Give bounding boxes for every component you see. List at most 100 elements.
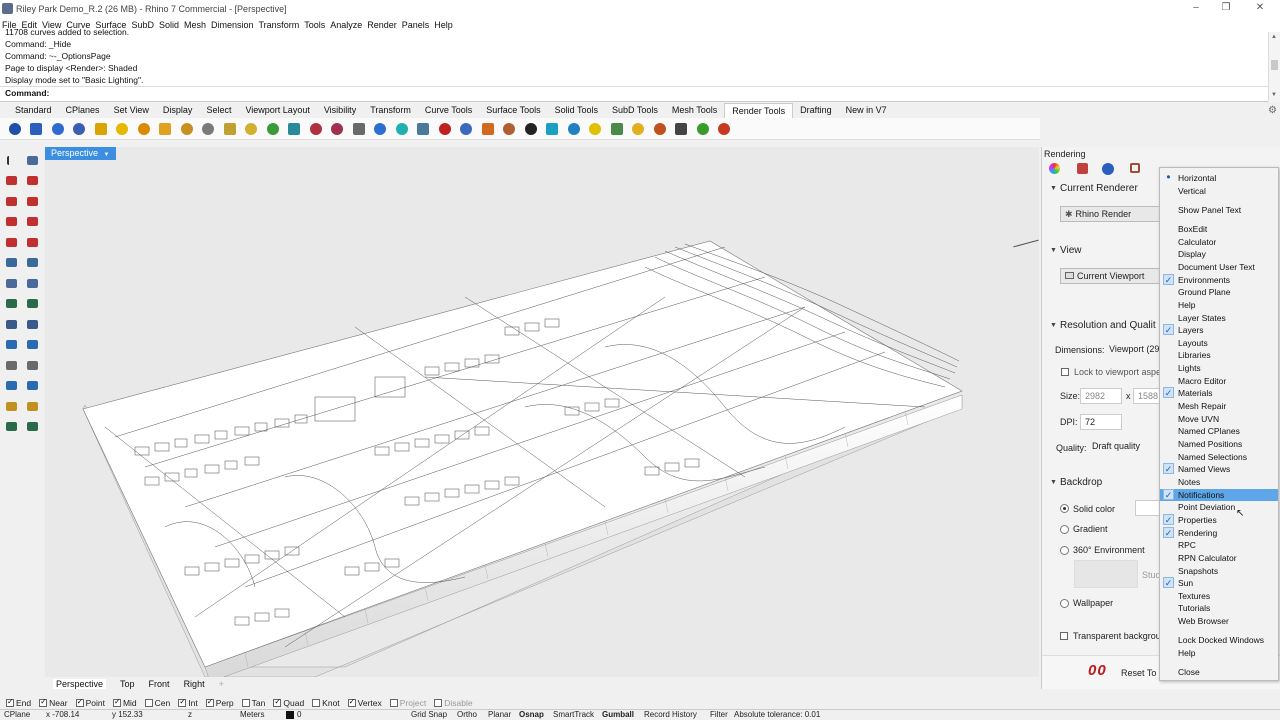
- circle-tool-icon[interactable]: [3, 234, 19, 250]
- menu-item-notes[interactable]: Notes: [1160, 476, 1278, 488]
- cube-mapping-icon[interactable]: [393, 120, 410, 137]
- raytraced-icon[interactable]: [71, 120, 88, 137]
- mapping-icon[interactable]: [372, 120, 389, 137]
- tab-mesh-tools[interactable]: Mesh Tools: [665, 103, 724, 118]
- osnap-end[interactable]: End: [6, 697, 31, 708]
- solid-tool-icon[interactable]: [24, 316, 40, 332]
- color-wheel-icon[interactable]: [1049, 163, 1060, 174]
- record-icon[interactable]: [716, 120, 733, 137]
- tab-standard[interactable]: Standard: [8, 103, 59, 118]
- menu-item-help[interactable]: Help: [1160, 299, 1278, 311]
- viewport-tab-perspective[interactable]: Perspective: [53, 679, 107, 689]
- osnap-near[interactable]: Near: [39, 697, 68, 708]
- menu-item-boxedit[interactable]: BoxEdit: [1160, 223, 1278, 235]
- menu-item-sun[interactable]: ✓ Sun: [1160, 577, 1278, 589]
- circle-tool-icon[interactable]: [24, 234, 40, 250]
- menu-item-point-deviation[interactable]: Point Deviation: [1160, 501, 1278, 513]
- turntable-icon[interactable]: [458, 120, 475, 137]
- tab-select[interactable]: Select: [199, 103, 238, 118]
- ground-plane-icon[interactable]: [415, 120, 432, 137]
- lock-aspect-checkbox[interactable]: [1061, 368, 1069, 376]
- menu-item-rpn-calculator[interactable]: RPN Calculator: [1160, 552, 1278, 564]
- zoom-tool-icon[interactable]: [24, 357, 40, 373]
- minimize-button[interactable]: –: [1180, 0, 1212, 17]
- tab-cplanes[interactable]: CPlanes: [59, 103, 107, 118]
- menu-item-web-browser[interactable]: Web Browser: [1160, 615, 1278, 627]
- view-dropdown[interactable]: Current Viewport: [1060, 268, 1170, 284]
- spotlight-icon[interactable]: [92, 120, 109, 137]
- menu-item-notifications[interactable]: ✓ Notifications: [1160, 488, 1278, 501]
- osnap-checkbox[interactable]: [178, 697, 187, 707]
- add-viewport-icon[interactable]: +: [219, 679, 224, 689]
- status-layer[interactable]: 0: [297, 710, 301, 720]
- size-width-input[interactable]: 2982: [1080, 388, 1122, 404]
- lens-flare-icon[interactable]: [350, 120, 367, 137]
- gear-icon[interactable]: [651, 120, 668, 137]
- menu-item-materials[interactable]: ✓ Materials: [1160, 387, 1278, 399]
- render-window-icon[interactable]: [28, 120, 45, 137]
- osnap-checkbox[interactable]: [144, 699, 153, 707]
- ortho-toggle[interactable]: Ortho: [457, 710, 477, 720]
- screen-icon[interactable]: [673, 120, 690, 137]
- chevron-down-icon[interactable]: ▼: [1050, 322, 1057, 329]
- view-heading[interactable]: View: [1060, 245, 1082, 256]
- menu-item-macro-editor[interactable]: Macro Editor: [1160, 375, 1278, 387]
- menu-item-rendering[interactable]: ✓ Rendering: [1160, 526, 1278, 539]
- menu-item-layouts[interactable]: Layouts: [1160, 337, 1278, 349]
- osnap-project[interactable]: Project: [389, 698, 426, 708]
- sun-icon[interactable]: [200, 120, 217, 137]
- basketball-icon[interactable]: [479, 120, 496, 137]
- osnap-knot[interactable]: Knot: [312, 698, 340, 708]
- menu-item-environments[interactable]: ✓ Environments: [1160, 273, 1278, 286]
- command-history[interactable]: 11708 curves added to selection. Command:…: [0, 27, 1268, 102]
- tab-drafting[interactable]: Drafting: [793, 103, 839, 118]
- menu-item-mesh-repair[interactable]: Mesh Repair: [1160, 400, 1278, 412]
- globe-icon[interactable]: [565, 120, 582, 137]
- viewport-tab-front[interactable]: Front: [149, 679, 170, 689]
- osnap-quad[interactable]: Quad: [273, 697, 304, 708]
- zoom-tool-icon[interactable]: [3, 357, 19, 373]
- play-icon[interactable]: [694, 120, 711, 137]
- cplane-tool-icon[interactable]: [3, 173, 19, 189]
- mesh-tool-icon[interactable]: [3, 337, 19, 353]
- osnap-checkbox[interactable]: [112, 697, 121, 707]
- osnap-toggle[interactable]: Osnap: [519, 710, 544, 720]
- osnap-tan[interactable]: Tan: [241, 698, 265, 708]
- resolution-heading[interactable]: Resolution and Qualit: [1060, 320, 1156, 331]
- tab-curve-tools[interactable]: Curve Tools: [418, 103, 479, 118]
- light-properties-icon[interactable]: [243, 120, 260, 137]
- scroll-down-icon[interactable]: ▼: [1271, 92, 1277, 98]
- arc-tool-icon[interactable]: [24, 255, 40, 271]
- backdrop-heading[interactable]: Backdrop: [1060, 477, 1102, 488]
- menu-item-move-uvn[interactable]: Move UVN: [1160, 413, 1278, 425]
- menu-item-layers[interactable]: ✓ Layers: [1160, 324, 1278, 336]
- scroll-up-icon[interactable]: ▲: [1271, 34, 1277, 40]
- osnap-checkbox[interactable]: [273, 697, 282, 707]
- transform-tool-icon[interactable]: [3, 398, 19, 414]
- tab-display[interactable]: Display: [156, 103, 200, 118]
- menu-item-layer-states[interactable]: Layer States: [1160, 312, 1278, 324]
- chevron-down-icon[interactable]: ▼: [1050, 247, 1057, 254]
- cloud-icon[interactable]: [544, 120, 561, 137]
- tab-visibility[interactable]: Visibility: [317, 103, 363, 118]
- tab-set-view[interactable]: Set View: [107, 103, 156, 118]
- env360-radio[interactable]: [1060, 546, 1069, 555]
- close-button[interactable]: ✕: [1244, 0, 1276, 17]
- menu-item-help[interactable]: Help: [1160, 647, 1278, 659]
- analyze-tool-icon[interactable]: [3, 419, 19, 435]
- select-tool-icon[interactable]: [3, 152, 19, 168]
- rectangular-light-icon[interactable]: [157, 120, 174, 137]
- status-cplane[interactable]: CPlane: [4, 710, 30, 720]
- viewport-tab-top[interactable]: Top: [120, 679, 135, 689]
- tab-render-tools[interactable]: Render Tools: [724, 103, 794, 118]
- osnap-checkbox[interactable]: [6, 697, 14, 707]
- menu-item-tutorials[interactable]: Tutorials: [1160, 602, 1278, 614]
- directional-light-icon[interactable]: [135, 120, 152, 137]
- filter-toggle[interactable]: Filter: [710, 710, 728, 720]
- dimensions-dropdown[interactable]: Viewport (29: [1105, 342, 1165, 358]
- osnap-checkbox[interactable]: [241, 699, 250, 707]
- render-icon[interactable]: [6, 120, 23, 137]
- chevron-down-icon[interactable]: ▼: [1050, 185, 1057, 192]
- polyline-tool-icon[interactable]: [3, 214, 19, 230]
- snap-tool-icon[interactable]: [3, 378, 19, 394]
